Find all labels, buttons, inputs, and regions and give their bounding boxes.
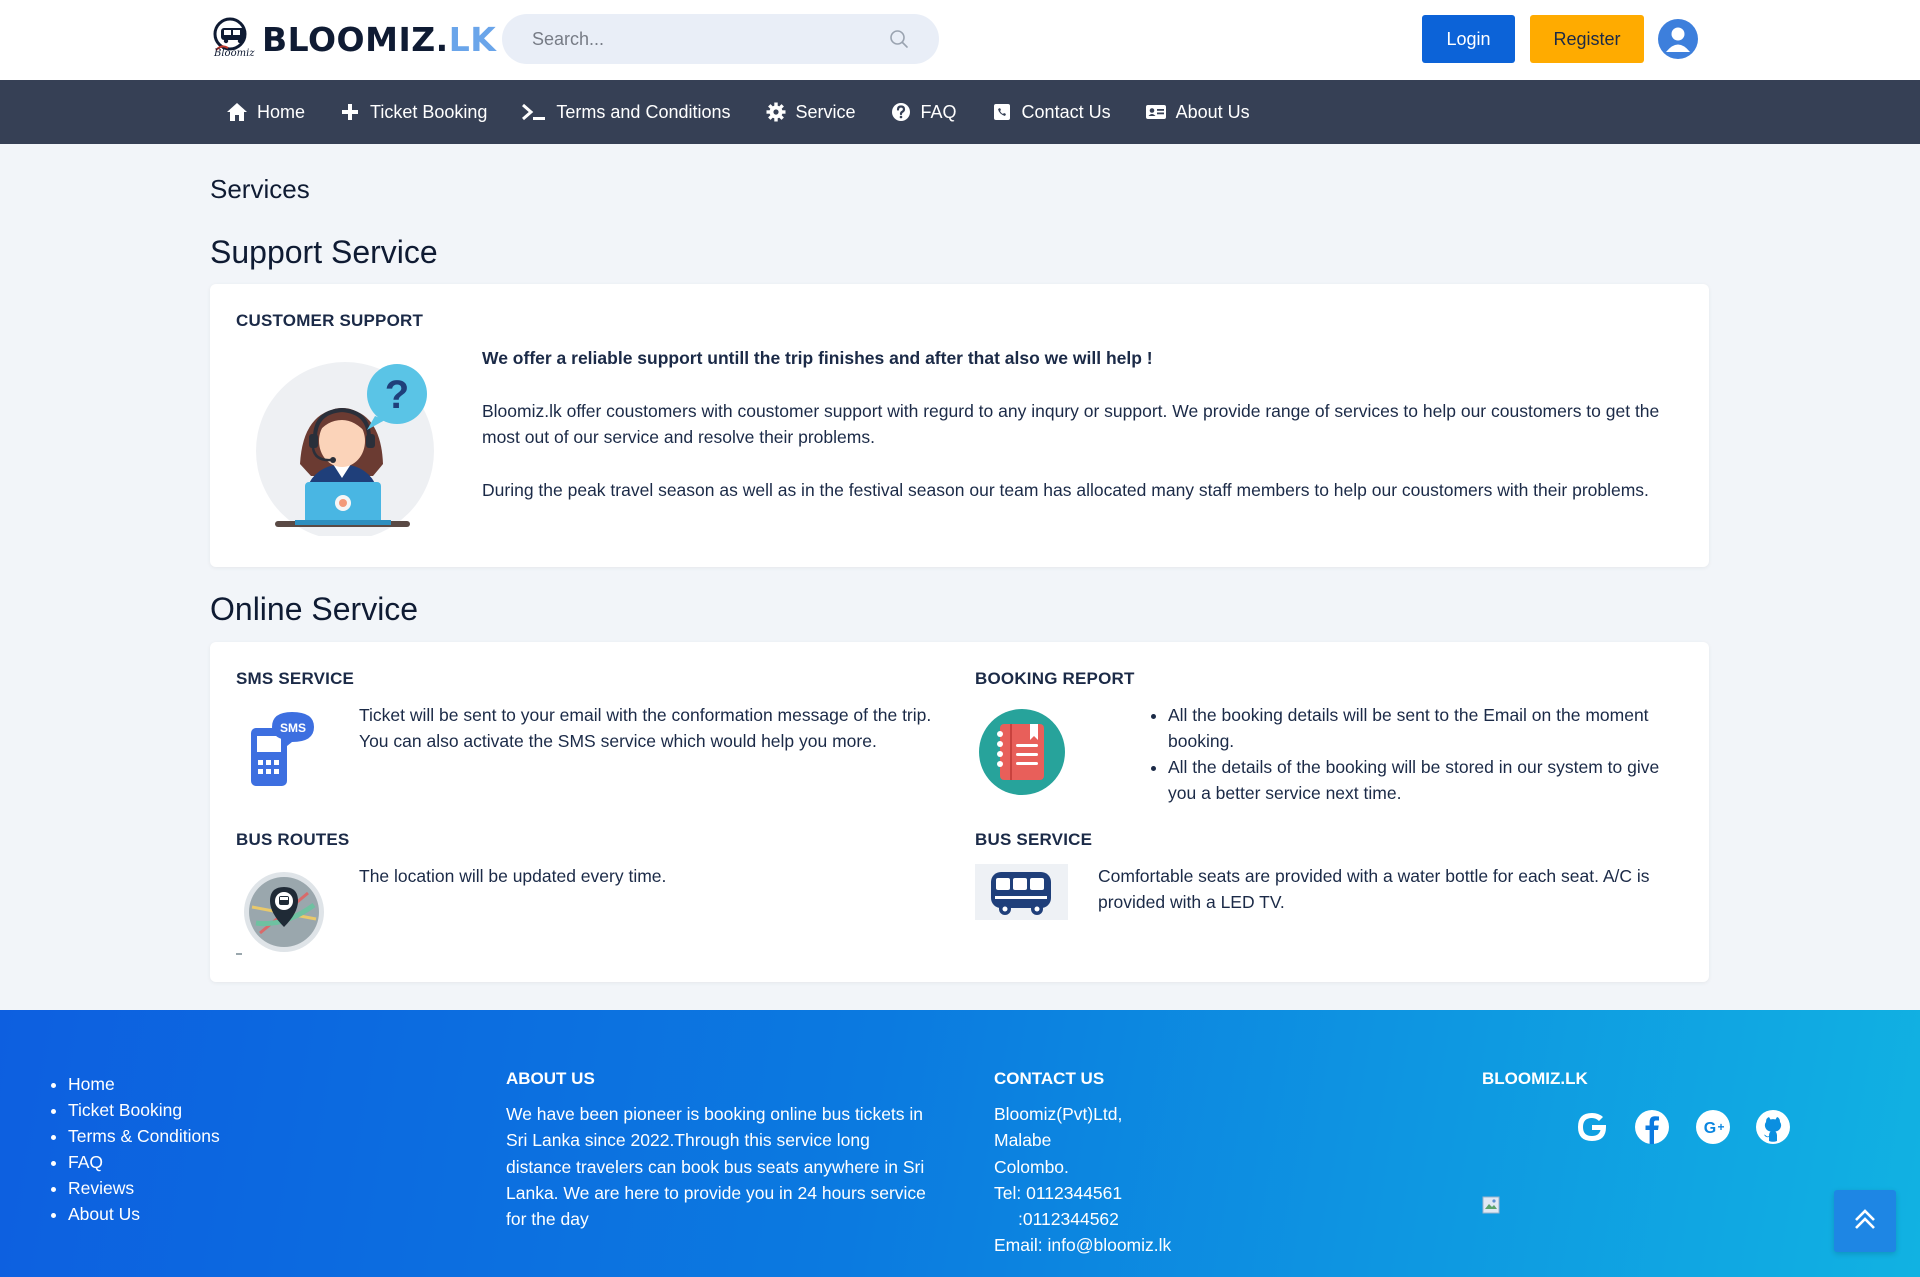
sms-icon-label: SMS [280, 721, 306, 735]
customer-support-heading: CUSTOMER SUPPORT [236, 311, 424, 330]
nav-item-about-us[interactable]: About Us [1145, 101, 1250, 123]
booking-report-notebook-icon [978, 708, 1066, 796]
nav-item-ticket-booking[interactable]: Ticket Booking [339, 101, 487, 123]
question-circle-icon [890, 101, 912, 123]
chevron-double-up-icon [1852, 1206, 1878, 1237]
gear-icon [765, 101, 787, 123]
customer-support-lead: We offer a reliable support untill the t… [482, 348, 1153, 368]
booking-report-list: All the booking details will be sent to … [1146, 702, 1686, 806]
support-service-card: CUSTOMER SUPPORT ? We offer a reliable s… [210, 284, 1709, 567]
nav-label-ticket-booking: Ticket Booking [370, 101, 488, 122]
bus-logo-icon: Bloomiz [210, 16, 258, 62]
online-section-title: Online Service [210, 591, 419, 627]
online-service-card: SMS SERVICE SMS Ticket will be sent to y… [210, 642, 1709, 982]
bus-routes-heading: BUS ROUTES [236, 830, 350, 849]
svg-text:G: G [1704, 1120, 1716, 1137]
top-header: Bloomiz BLOOMIZ.LK Login Register [0, 0, 1920, 80]
register-button[interactable]: Register [1530, 15, 1644, 63]
nav-label-about-us: About Us [1175, 101, 1250, 122]
logo-subtitle: Bloomiz [214, 48, 255, 59]
page-title: Services [210, 174, 310, 204]
search-input[interactable] [532, 14, 872, 64]
footer-link-home[interactable]: Home [68, 1071, 220, 1097]
terminal-icon [521, 101, 547, 123]
footer-link-about-us[interactable]: About Us [68, 1201, 220, 1227]
svg-text:+: + [1717, 1120, 1724, 1134]
nav-item-home[interactable]: Home [226, 101, 305, 123]
nav-label-terms: Terms and Conditions [556, 101, 731, 122]
footer-link-terms[interactable]: Terms & Conditions [68, 1123, 220, 1149]
svg-text:?: ? [385, 373, 409, 417]
sms-phone-icon: SMS [248, 710, 318, 790]
footer-about-title: ABOUT US [506, 1069, 595, 1088]
user-avatar-icon[interactable] [1658, 19, 1698, 59]
search-box [502, 14, 939, 64]
plus-icon [339, 101, 361, 123]
nav-label-home: Home [257, 101, 306, 122]
booking-report-heading: BOOKING REPORT [975, 669, 1135, 688]
bus-service-heading: BUS SERVICE [975, 830, 1093, 849]
footer-brand-title: BLOOMIZ.LK [1482, 1069, 1588, 1088]
bus-routes-text: The location will be updated every time. [359, 866, 667, 886]
contact-phone-2: :0112344562 [1018, 1209, 1119, 1230]
github-icon[interactable] [1754, 1108, 1792, 1146]
sms-service-heading: SMS SERVICE [236, 669, 355, 688]
nav-item-contact-us[interactable]: Contact Us [991, 101, 1111, 123]
contact-email[interactable]: Email: info@bloomiz.lk [994, 1232, 1294, 1258]
footer-link-ticket-booking[interactable]: Ticket Booking [68, 1097, 220, 1123]
footer-link-faq[interactable]: FAQ [68, 1149, 220, 1175]
scroll-to-top-button[interactable] [1834, 1190, 1896, 1252]
nav-item-service[interactable]: Service [765, 101, 856, 123]
support-section-title: Support Service [210, 234, 438, 270]
home-icon [226, 101, 248, 123]
contact-icon [991, 101, 1013, 123]
broken-image-icon [1482, 1196, 1500, 1214]
contact-phone-1: Tel: 0112344561 [994, 1182, 1123, 1203]
customer-support-illustration-icon: ? [255, 356, 435, 540]
search-icon[interactable] [889, 29, 909, 49]
list-item: All the booking details will be sent to … [1168, 702, 1686, 754]
site-logo[interactable]: Bloomiz BLOOMIZ.LK [210, 16, 496, 62]
bus-service-text: Comfortable seats are provided with a wa… [1098, 866, 1650, 912]
contact-company: Bloomiz(Pvt)Ltd, [994, 1104, 1123, 1124]
bus-icon [975, 864, 1068, 920]
google-plus-icon[interactable]: G + [1694, 1108, 1732, 1146]
logo-tld: LK [448, 19, 497, 59]
footer-link-reviews[interactable]: Reviews [68, 1175, 220, 1201]
login-button[interactable]: Login [1422, 15, 1515, 63]
id-card-icon [1145, 101, 1167, 123]
site-footer: Home Ticket Booking Terms & Conditions F… [0, 1010, 1920, 1277]
map-pin-icon [236, 867, 331, 957]
footer-contact-block: Bloomiz(Pvt)Ltd, Malabe Colombo. Tel: 01… [994, 1101, 1294, 1259]
customer-support-paragraph-2: During the peak travel season as well as… [482, 480, 1649, 500]
footer-links: Home Ticket Booking Terms & Conditions F… [50, 1071, 220, 1227]
logo-wordmark: BLOOMIZ.LK [262, 20, 496, 59]
nav-label-contact-us: Contact Us [1021, 101, 1111, 122]
nav-label-faq: FAQ [920, 101, 957, 122]
list-item: All the details of the booking will be s… [1168, 754, 1686, 806]
nav-label-service: Service [795, 101, 856, 122]
facebook-icon[interactable] [1633, 1108, 1671, 1146]
customer-support-paragraph-1: Bloomiz.lk offer coustomers with coustom… [482, 401, 1660, 447]
nav-menu: Home Ticket Booking Terms and Conditions… [226, 80, 1284, 144]
logo-brand: BLOOMIZ. [262, 19, 449, 59]
nav-item-faq[interactable]: FAQ [890, 101, 957, 123]
google-icon[interactable] [1573, 1108, 1611, 1146]
contact-region: Colombo. [994, 1156, 1069, 1177]
footer-contact-title: CONTACT US [994, 1069, 1105, 1088]
footer-about-text: We have been pioneer is booking online b… [506, 1104, 926, 1230]
nav-item-terms[interactable]: Terms and Conditions [521, 101, 731, 123]
contact-city: Malabe [994, 1130, 1052, 1151]
sms-service-text: Ticket will be sent to your email with t… [359, 705, 932, 751]
main-navbar: Home Ticket Booking Terms and Conditions… [0, 80, 1920, 144]
